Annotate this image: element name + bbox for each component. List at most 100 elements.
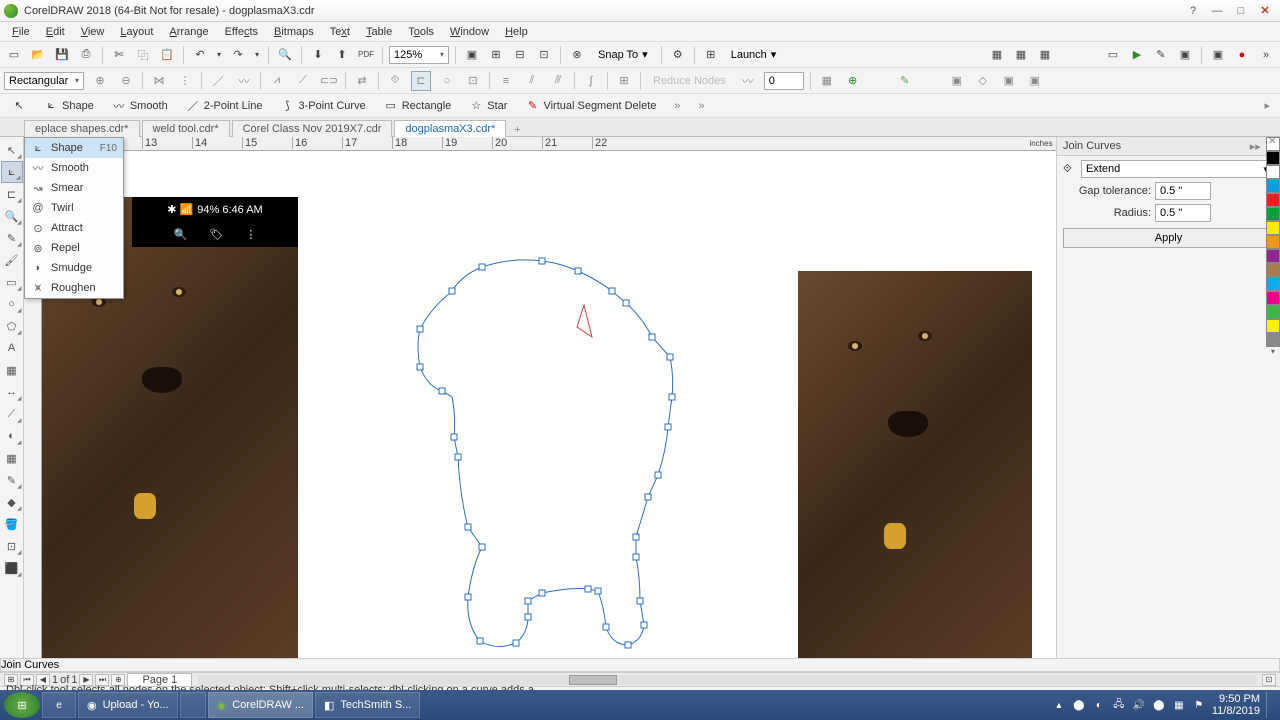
radius-input[interactable]: 0.5 " [1155, 204, 1211, 222]
crop-tool[interactable]: ⊏◢ [1, 183, 23, 205]
color-swatch[interactable] [1266, 305, 1280, 319]
new-button[interactable]: ▭ [4, 45, 24, 65]
tool-3point-barbtn[interactable]: ⟆3-Point Curve [272, 97, 373, 115]
color-swatch[interactable] [1266, 193, 1280, 207]
undo-button[interactable]: ↶ [190, 45, 210, 65]
plugin-2-button[interactable]: ◇ [973, 71, 993, 91]
tray-network-icon[interactable]: 🖧 [1112, 698, 1126, 712]
rulers-button[interactable]: ⊞ [486, 45, 506, 65]
redo-dropdown[interactable]: ▾ [252, 45, 262, 65]
tray-icon[interactable]: ⬤ [1152, 698, 1166, 712]
docker-sidetab[interactable]: Join Curves [0, 658, 1280, 672]
taskbar-blank[interactable] [180, 692, 206, 718]
tool-2point-barbtn[interactable]: ／2-Point Line [178, 97, 271, 115]
select-all-nodes-button[interactable]: ⊞ [614, 71, 634, 91]
copy-button[interactable]: ⿻ [133, 45, 153, 65]
transparency-tool[interactable]: ▦ [1, 447, 23, 469]
add-node-button[interactable]: ⊕ [90, 71, 110, 91]
plugin-1-button[interactable]: ▣ [947, 71, 967, 91]
interactive-fill-tool[interactable]: ◆◢ [1, 491, 23, 513]
extend-curve-button[interactable]: ⟐ [385, 71, 405, 91]
menu-view[interactable]: View [73, 24, 113, 40]
palette-scroll-down[interactable]: ▾ [1266, 347, 1280, 356]
color-swatch[interactable] [1266, 277, 1280, 291]
flyout-smear[interactable]: ↝Smear [25, 178, 123, 198]
flyout-smooth[interactable]: 〰Smooth [25, 158, 123, 178]
overflow-button[interactable]: » [1256, 45, 1276, 65]
color-swatch[interactable] [1266, 235, 1280, 249]
open-button[interactable]: 📂 [28, 45, 48, 65]
tray-icon[interactable]: ▦ [1172, 698, 1186, 712]
add-tab-button[interactable]: + [508, 124, 526, 136]
flyout-attract[interactable]: ⊙Attract [25, 218, 123, 238]
join-method-select[interactable]: Extend ▾ [1081, 160, 1274, 178]
close-curve-button[interactable]: ○ [437, 71, 457, 91]
color-swatch[interactable] [1266, 151, 1280, 165]
export-button[interactable]: ⬆ [332, 45, 352, 65]
macro-2-button[interactable]: ▦ [1011, 45, 1031, 65]
eyedropper-tool[interactable]: ✎◢ [1, 469, 23, 491]
tab-2[interactable]: Corel Class Nov 2019X7.cdr [232, 120, 393, 137]
macro-play-button[interactable]: ▶ [1127, 45, 1147, 65]
menu-window[interactable]: Window [442, 24, 497, 40]
plugin-3-button[interactable]: ▣ [999, 71, 1019, 91]
taskbar-coreldraw[interactable]: ◉CorelDRAW ... [208, 692, 313, 718]
flyout-shape[interactable]: ⟀ShapeF10 [25, 138, 123, 158]
bounding-box-button[interactable]: ▦ [817, 71, 837, 91]
reflect-v-button[interactable]: ⫻ [548, 71, 568, 91]
tray-show-hidden[interactable]: ▴ [1052, 698, 1066, 712]
macro-1-button[interactable]: ▦ [987, 45, 1007, 65]
delete-node-button[interactable]: ⊖ [116, 71, 136, 91]
macro-3-button[interactable]: ▦ [1035, 45, 1055, 65]
macro-recording-icon[interactable]: ● [1232, 45, 1252, 65]
maximize-button[interactable]: □ [1230, 3, 1252, 19]
flyout-smudge[interactable]: ◗Smudge [25, 258, 123, 278]
navigator-button[interactable]: ⊡ [1262, 674, 1276, 686]
align-nodes-button[interactable]: ≡ [496, 71, 516, 91]
stretch-nodes-button[interactable]: ⊡ [463, 71, 483, 91]
options-button[interactable]: ⚙ [668, 45, 688, 65]
tray-icon[interactable]: ⬤ [1072, 698, 1086, 712]
drop-shadow-tool[interactable]: ◐◢ [1, 425, 23, 447]
taskbar-ie[interactable]: e [42, 692, 76, 718]
menu-edit[interactable]: Edit [38, 24, 73, 40]
show-desktop-button[interactable] [1266, 692, 1276, 718]
scroll-thumb[interactable] [569, 675, 617, 685]
macro-stop-button[interactable]: ▣ [1175, 45, 1195, 65]
menu-tools[interactable]: Tools [400, 24, 442, 40]
to-curve-button[interactable]: 〰 [234, 71, 254, 91]
close-button[interactable]: ✕ [1254, 3, 1276, 19]
launch-dropdown[interactable]: Launch ▾ [725, 46, 783, 64]
print-button[interactable]: ⎙ [76, 45, 96, 65]
color-swatch[interactable] [1266, 221, 1280, 235]
apply-button[interactable]: Apply [1063, 228, 1274, 248]
taskbar-techsmith[interactable]: ◧TechSmith S... [315, 692, 420, 718]
color-swatch[interactable] [1266, 179, 1280, 193]
outline-tool[interactable]: ⊡◢ [1, 535, 23, 557]
save-button[interactable]: 💾 [52, 45, 72, 65]
docker-collapse-button[interactable]: ▸▸ [1250, 140, 1261, 153]
cut-button[interactable]: ✄ [109, 45, 129, 65]
connector-tool[interactable]: ⟋◢ [1, 403, 23, 425]
tray-volume-icon[interactable]: 🔊 [1132, 698, 1146, 712]
symmetric-node-button[interactable]: ⊂⊃ [319, 71, 339, 91]
smoothness-spinner[interactable]: 0 [764, 72, 804, 90]
tray-clock[interactable]: 9:50 PM 11/8/2019 [1212, 693, 1260, 717]
to-line-button[interactable]: ／ [208, 71, 228, 91]
table-tool[interactable]: ▦ [1, 359, 23, 381]
join-nodes-button[interactable]: ⋈ [149, 71, 169, 91]
color-swatch[interactable] [1266, 333, 1280, 347]
quick-customize-button[interactable]: ✎ [895, 71, 915, 91]
paste-button[interactable]: 📋 [157, 45, 177, 65]
ellipse-tool[interactable]: ○◢ [1, 293, 23, 315]
rectangle-tool[interactable]: ▭◢ [1, 271, 23, 293]
gap-tolerance-input[interactable]: 0.5 " [1155, 182, 1211, 200]
tool-vseg-barbtn[interactable]: ✎Virtual Segment Delete [517, 97, 664, 115]
horizontal-ruler[interactable]: 111213141516171819202122 [42, 137, 1038, 151]
fullscreen-button[interactable]: ▣ [462, 45, 482, 65]
menu-bitmaps[interactable]: Bitmaps [266, 24, 322, 40]
help-context-button[interactable]: ? [1182, 3, 1204, 19]
tool-star-barbtn[interactable]: ☆Star [461, 97, 515, 115]
cusp-node-button[interactable]: ⩘ [267, 71, 287, 91]
start-button[interactable]: ⊞ [4, 692, 40, 718]
